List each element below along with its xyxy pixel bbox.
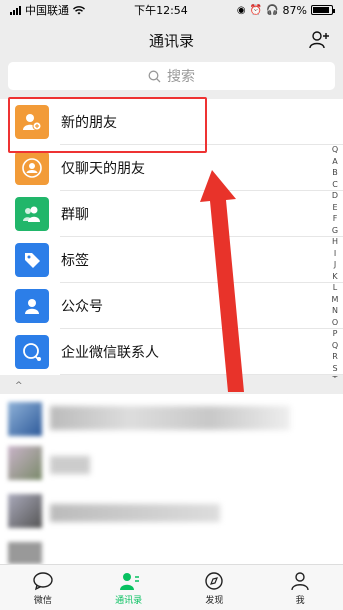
alarm-icon: ⏰ <box>249 4 263 16</box>
list-item-label: 公众号 <box>61 299 103 315</box>
tab-contacts[interactable]: 通讯录 <box>86 565 172 610</box>
highlight-box <box>8 97 207 153</box>
signal-icon <box>10 5 21 15</box>
list-item-label: 仅聊天的朋友 <box>61 161 145 177</box>
wifi-icon <box>73 5 85 15</box>
enterprise-contact-icon <box>15 335 49 369</box>
avatar <box>8 542 42 564</box>
add-contact-icon[interactable] <box>307 28 331 52</box>
clock-time: 下午12:54 <box>134 4 188 17</box>
tab-discover[interactable]: 发现 <box>172 565 258 610</box>
avatar <box>8 402 42 436</box>
page-title: 通讯录 <box>148 31 194 50</box>
battery-icon <box>310 5 335 15</box>
index-letter[interactable]: J <box>329 259 341 271</box>
list-item-tags[interactable]: 标签 <box>0 237 343 283</box>
chat-friend-icon <box>15 151 49 185</box>
index-letter[interactable]: S <box>329 363 341 375</box>
index-letter[interactable]: A <box>329 156 341 168</box>
list-item-group-chats[interactable]: 群聊 <box>0 191 343 237</box>
chat-icon <box>33 572 53 591</box>
search-icon <box>148 70 161 82</box>
list-item-label: 企业微信联系人 <box>61 345 159 361</box>
index-letter[interactable]: Q <box>329 144 341 156</box>
list-item-enterprise-contacts[interactable]: 企业微信联系人 <box>0 329 343 375</box>
contact-name-blurred <box>50 504 220 522</box>
avatar <box>8 446 42 480</box>
index-letter[interactable]: O <box>329 317 341 329</box>
tab-label: 发现 <box>205 596 224 606</box>
tab-label: 通讯录 <box>115 596 143 606</box>
contact-name-blurred <box>50 456 90 474</box>
lock-icon: ◉ <box>236 4 246 16</box>
index-letter[interactable]: I <box>329 248 341 260</box>
carrier-label: 中国联通 <box>25 4 69 17</box>
index-letter[interactable]: D <box>329 190 341 202</box>
search-placeholder: 搜索 <box>167 69 195 85</box>
index-letter[interactable]: H <box>329 236 341 248</box>
tab-label: 微信 <box>33 596 52 606</box>
group-icon <box>15 197 49 231</box>
tab-label: 我 <box>295 596 305 606</box>
search-input[interactable]: 搜索 <box>8 62 335 90</box>
index-letter[interactable]: P <box>329 328 341 340</box>
index-letter[interactable]: G <box>329 225 341 237</box>
index-letter[interactable]: R <box>329 351 341 363</box>
index-letter[interactable]: Q <box>329 340 341 352</box>
contacts-icon <box>119 573 139 590</box>
status-bar: 中国联通 下午12:54 ◉ ⏰ 🎧 87% <box>0 0 343 20</box>
list-item-official-accounts[interactable]: 公众号 <box>0 283 343 329</box>
index-letter[interactable]: E <box>329 202 341 214</box>
avatar <box>8 494 42 528</box>
tag-icon <box>15 243 49 277</box>
index-letter[interactable]: F <box>329 213 341 225</box>
official-account-icon <box>15 289 49 323</box>
list-item-label: 群聊 <box>61 207 89 223</box>
me-icon <box>291 572 309 591</box>
headphone-icon: 🎧 <box>266 4 279 16</box>
section-header: ^ <box>0 378 343 394</box>
index-letter[interactable]: B <box>329 167 341 179</box>
nav-bar: 通讯录 <box>0 20 343 60</box>
contact-name-blurred <box>50 406 290 430</box>
discover-icon <box>205 572 224 590</box>
index-letter[interactable]: M <box>329 294 341 306</box>
tab-bar: 微信 通讯录 发现 我 <box>0 564 343 610</box>
list-item-label: 标签 <box>61 253 89 269</box>
index-letter[interactable]: L <box>329 282 341 294</box>
index-letter[interactable]: K <box>329 271 341 283</box>
index-letter[interactable]: N <box>329 305 341 317</box>
index-letter[interactable]: C <box>329 179 341 191</box>
blurred-contact-list <box>0 394 343 564</box>
battery-percent: 87% <box>282 3 307 17</box>
tab-me[interactable]: 我 <box>257 565 343 610</box>
tab-chats[interactable]: 微信 <box>0 565 86 610</box>
